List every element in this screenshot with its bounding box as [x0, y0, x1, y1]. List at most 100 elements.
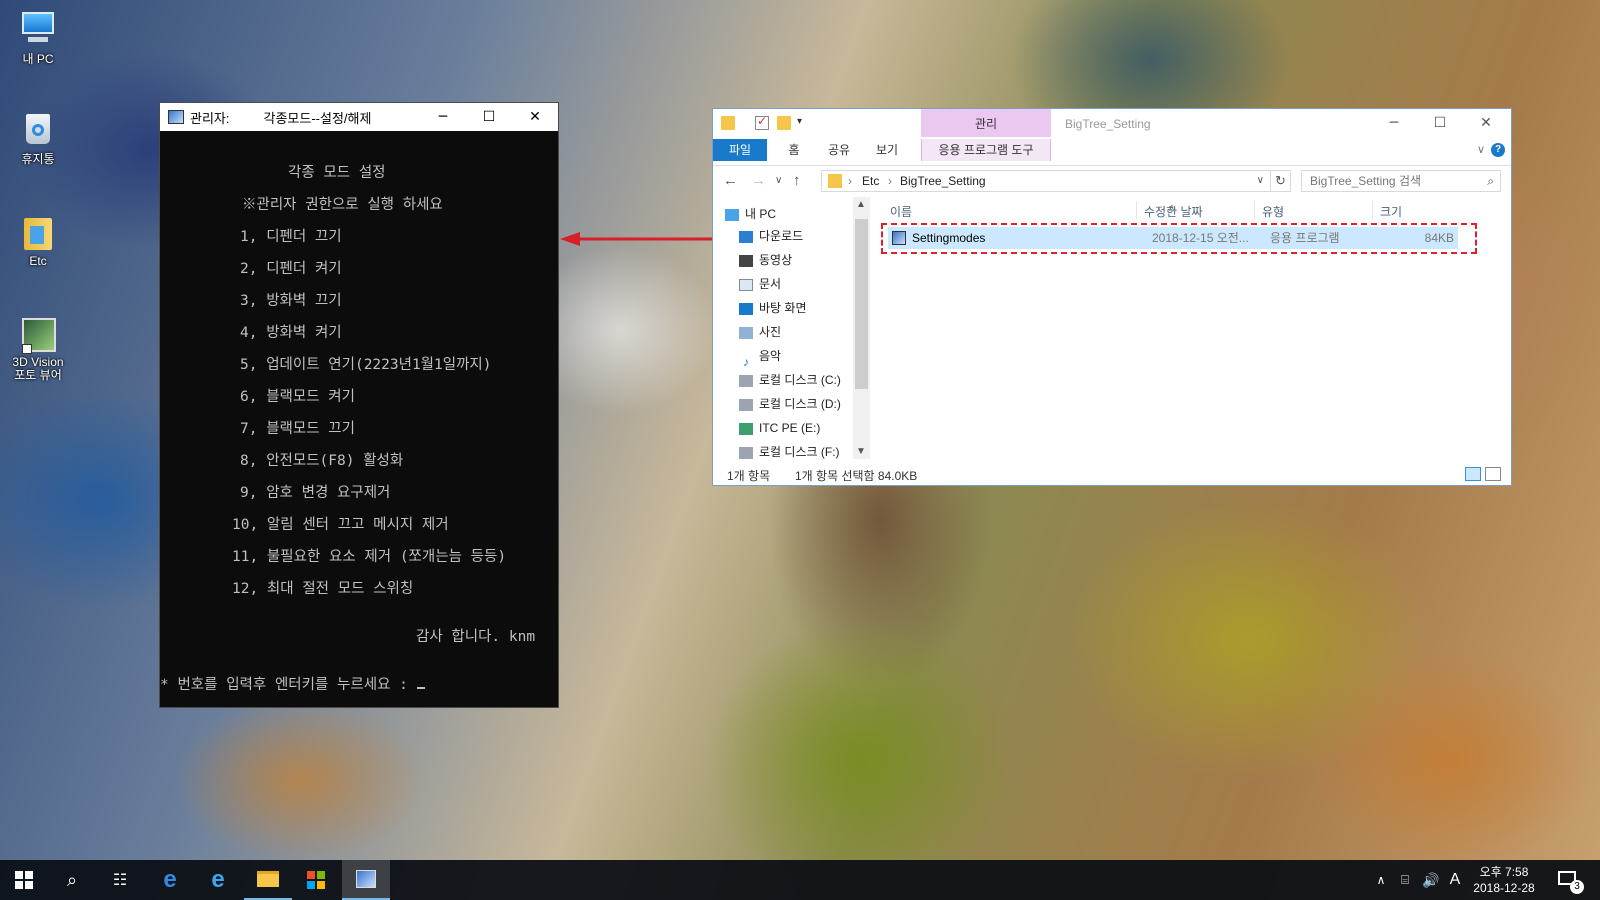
- console-option: 9, 암호 변경 요구제거: [240, 485, 391, 501]
- scrollbar-thumb[interactable]: [855, 219, 868, 389]
- nav-item-itc-pe-e[interactable]: ITC PE (E:): [739, 417, 820, 439]
- column-size[interactable]: 크기: [1380, 203, 1402, 220]
- internet-explorer-icon: e: [211, 866, 225, 893]
- download-icon: [739, 230, 753, 243]
- desktop-icon-etc[interactable]: Etc: [6, 214, 70, 268]
- drive-icon: [739, 446, 753, 459]
- show-hidden-icons-icon[interactable]: ∧: [1372, 860, 1390, 900]
- drive-icon: [739, 422, 753, 435]
- close-button[interactable]: ✕: [512, 103, 558, 131]
- task-view-button[interactable]: ☷: [96, 860, 144, 900]
- column-name[interactable]: 이름: [890, 203, 912, 220]
- quick-access-new-folder-icon[interactable]: [777, 116, 791, 130]
- console-heading: 각종 모드 설정: [288, 165, 386, 181]
- desktop-icon-3d-vision[interactable]: 3D Vision 포토 뷰어: [6, 316, 70, 382]
- edge-button[interactable]: e: [146, 860, 194, 900]
- nav-scrollbar[interactable]: ▲ ▼: [853, 197, 870, 459]
- start-button[interactable]: [0, 860, 48, 900]
- tab-share[interactable]: 공유: [821, 139, 857, 161]
- minimize-button[interactable]: ─: [1371, 109, 1417, 137]
- context-tab-manage[interactable]: 관리: [921, 109, 1051, 137]
- picture-icon: [739, 326, 753, 339]
- quick-access-folder-icon[interactable]: [721, 116, 735, 130]
- volume-icon[interactable]: 🔊: [1420, 860, 1442, 900]
- settingmodes-taskbar-button[interactable]: [342, 860, 390, 900]
- status-bar: 1개 항목 1개 항목 선택함 84.0KB: [713, 463, 1511, 485]
- nav-item-pictures[interactable]: 사진: [739, 321, 781, 343]
- console-window[interactable]: 관리자: 각종모드--설정/해제 ─ ☐ ✕ 각종 모드 설정 ※관리자 권한으…: [159, 102, 559, 708]
- desktop-icon-recycle-bin[interactable]: 휴지통: [6, 110, 70, 167]
- nav-item-videos[interactable]: 동영상: [739, 249, 792, 271]
- chevron-down-icon[interactable]: ∨: [1477, 143, 1485, 156]
- ribbon-tabs: 파일 홈 공유 보기 응용 프로그램 도구 ∨ ?: [713, 139, 1511, 161]
- search-button[interactable]: ⌕: [48, 860, 96, 900]
- file-explorer-icon: [257, 871, 279, 887]
- start-icon: [15, 871, 33, 889]
- column-headers: ∧ 이름 수정한 날짜 유형 크기: [878, 197, 1511, 221]
- settingmodes-icon: [356, 870, 376, 888]
- refresh-icon[interactable]: ↻: [1271, 170, 1291, 192]
- console-option: 11, 불필요한 요소 제거 (쪼개는늠 등등): [232, 549, 507, 565]
- tab-home[interactable]: 홈: [779, 139, 809, 161]
- nav-item-downloads[interactable]: 다운로드: [739, 225, 803, 247]
- internet-explorer-button[interactable]: e: [194, 860, 242, 900]
- desktop-icon-my-pc[interactable]: 내 PC: [6, 10, 70, 67]
- file-explorer-button[interactable]: [244, 860, 292, 900]
- column-type[interactable]: 유형: [1262, 203, 1284, 220]
- breadcrumb-separator-icon: ›: [848, 174, 852, 188]
- scroll-up-icon[interactable]: ▲: [856, 199, 866, 210]
- clock-date: 2018-12-28: [1473, 881, 1535, 895]
- column-modified[interactable]: 수정한 날짜: [1144, 203, 1203, 220]
- explorer-titlebar[interactable]: ▾ 관리 BigTree_Setting ─ ☐ ✕: [713, 109, 1511, 139]
- help-icon[interactable]: ?: [1491, 143, 1505, 157]
- console-prompt[interactable]: * 번호를 입력후 엔터키를 누르세요 :: [160, 673, 425, 694]
- quick-access-dropdown-icon[interactable]: ▾: [797, 116, 802, 127]
- notification-badge: 3: [1570, 880, 1584, 894]
- tab-application-tools[interactable]: 응용 프로그램 도구: [921, 139, 1051, 161]
- action-center-button[interactable]: 3: [1556, 868, 1584, 894]
- ime-indicator[interactable]: A: [1446, 860, 1464, 900]
- nav-item-local-disk-d[interactable]: 로컬 디스크 (D:): [739, 393, 841, 415]
- clock[interactable]: 오후 7:58 2018-12-28: [1468, 864, 1540, 896]
- console-titlebar[interactable]: 관리자: 각종모드--설정/해제 ─ ☐ ✕: [160, 103, 558, 131]
- breadcrumb-bigtree-setting[interactable]: BigTree_Setting: [900, 171, 986, 191]
- tab-file[interactable]: 파일: [713, 139, 767, 161]
- back-arrow-icon[interactable]: ←: [723, 172, 738, 189]
- tab-view[interactable]: 보기: [869, 139, 905, 161]
- search-icon: ⌕: [66, 869, 78, 890]
- desktop-icon-label: 내 PC: [22, 52, 54, 66]
- network-icon[interactable]: ⌸: [1394, 860, 1416, 900]
- maximize-button[interactable]: ☐: [1417, 109, 1463, 137]
- search-input[interactable]: BigTree_Setting 검색 ⌕: [1301, 170, 1501, 192]
- details-view-icon[interactable]: [1465, 467, 1481, 481]
- up-arrow-icon[interactable]: ↑: [793, 172, 801, 189]
- nav-item-documents[interactable]: 문서: [739, 273, 781, 295]
- nav-item-local-disk-c[interactable]: 로컬 디스크 (C:): [739, 369, 841, 391]
- nav-item-desktop[interactable]: 바탕 화면: [739, 297, 807, 319]
- store-button[interactable]: [292, 860, 340, 900]
- minimize-button[interactable]: ─: [420, 103, 466, 131]
- close-button[interactable]: ✕: [1463, 109, 1509, 137]
- desktop-icon-label: 휴지통: [21, 152, 55, 166]
- address-dropdown-icon[interactable]: ∨: [1257, 171, 1264, 191]
- nav-item-local-disk-f[interactable]: 로컬 디스크 (F:): [739, 441, 840, 459]
- large-icons-view-icon[interactable]: [1485, 467, 1501, 481]
- scroll-down-icon[interactable]: ▼: [856, 446, 866, 457]
- nav-item-my-pc[interactable]: 내 PC: [725, 203, 776, 225]
- console-option: 2, 디펜더 켜기: [240, 261, 342, 277]
- nav-item-music[interactable]: ♪ 음악: [739, 345, 781, 369]
- quick-access-properties-icon[interactable]: [755, 114, 769, 130]
- explorer-title: BigTree_Setting: [1065, 117, 1151, 131]
- maximize-button[interactable]: ☐: [466, 103, 512, 131]
- breadcrumb-etc[interactable]: Etc: [862, 171, 879, 191]
- drive-icon: [739, 374, 753, 387]
- forward-arrow-icon[interactable]: →: [751, 172, 766, 189]
- recent-locations-icon[interactable]: ∨: [775, 175, 782, 186]
- console-option: 10, 알림 센터 끄고 메시지 제거: [232, 517, 449, 533]
- file-explorer-window[interactable]: ▾ 관리 BigTree_Setting ─ ☐ ✕ 파일 홈 공유 보기 응용…: [712, 108, 1512, 486]
- folder-icon: [828, 174, 842, 188]
- store-icon: [307, 871, 325, 889]
- console-option: 12, 최대 절전 모드 스위칭: [232, 581, 414, 597]
- address-bar[interactable]: › Etc › BigTree_Setting ∨: [821, 170, 1271, 192]
- taskbar: ⌕ ☷ e e ∧ ⌸ 🔊 A 오후 7:58 2018-12-28 3: [0, 860, 1600, 900]
